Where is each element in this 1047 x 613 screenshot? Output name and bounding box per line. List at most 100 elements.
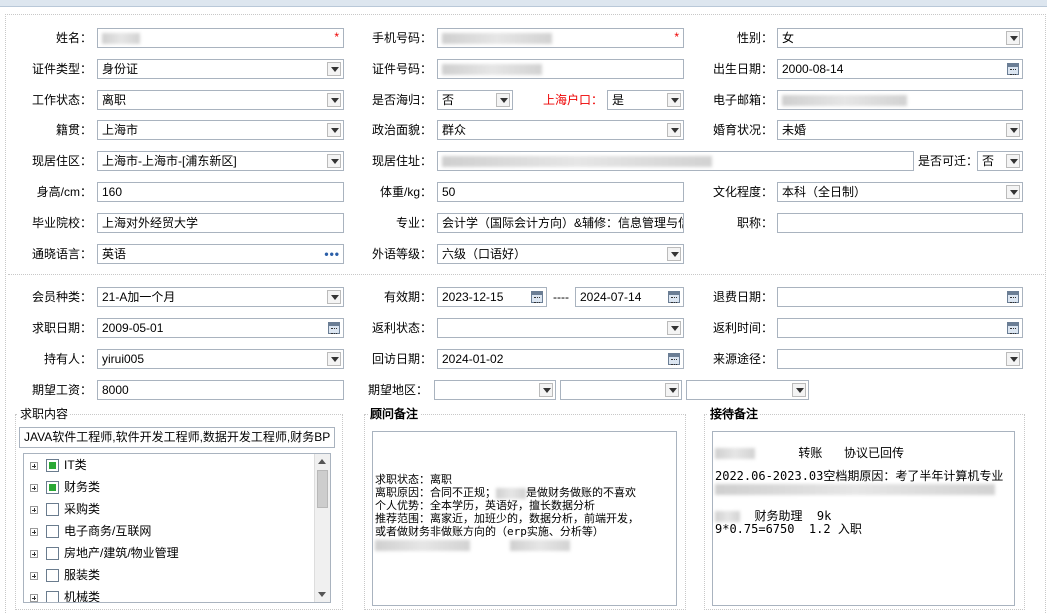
tree-item-it[interactable]: IT类 [30,454,87,476]
tree-scrollbar[interactable] [314,454,330,602]
expand-icon[interactable] [30,483,38,492]
relocate-select[interactable]: 否 [977,151,1023,171]
expand-icon[interactable] [30,461,38,470]
tree-item-finance[interactable]: 财务类 [30,476,100,498]
tree-item-ecommerce[interactable]: 电子商务/互联网 [30,520,151,542]
chevron-down-icon[interactable] [327,352,341,366]
job-content-summary-field[interactable]: JAVA软件工程师,软件开发工程师,数据开发工程师,财务BP [19,427,335,448]
checkbox[interactable] [46,569,59,583]
calendar-icon[interactable] [1007,291,1019,303]
idno-field[interactable] [437,59,684,79]
calendar-icon[interactable] [1007,322,1019,334]
chevron-down-icon[interactable] [496,93,510,107]
chevron-down-icon[interactable] [327,290,341,304]
email-field[interactable] [777,90,1023,110]
title-field[interactable] [777,213,1023,233]
major-field[interactable]: 会计学（国际会计方向）&辅修：信息管理与信 [437,213,684,233]
calendar-icon[interactable] [668,353,680,365]
region-city-select[interactable] [560,380,682,400]
checkbox[interactable] [46,591,59,602]
checkbox[interactable] [46,481,59,495]
revisit-date-field[interactable]: 2024-01-02 [437,349,684,369]
rebate-time-field[interactable] [777,318,1023,338]
tree-item-purchase[interactable]: 采购类 [30,498,100,520]
chevron-down-icon[interactable] [667,123,681,137]
jobdate-field[interactable]: 2009-05-01 [97,318,344,338]
idtype-select[interactable]: 身份证 [97,59,344,79]
scroll-thumb[interactable] [317,470,328,508]
chevron-down-icon[interactable] [1006,31,1020,45]
calendar-icon[interactable] [531,291,543,303]
chevron-down-icon[interactable] [1006,123,1020,137]
returnee-select[interactable]: 否 [437,90,513,110]
weight-field[interactable]: 50 [437,182,684,202]
scroll-down-icon[interactable] [318,592,326,597]
calendar-icon[interactable] [1007,63,1019,75]
rebate-status-select[interactable] [437,318,684,338]
salary-label: 期望工资： [31,383,92,397]
checkbox[interactable] [46,525,59,539]
reception-notes-textarea[interactable]: 转账 协议已回传 2022.06-2023.03空档期原因：考了半年计算机专业 财… [712,431,1015,606]
checkbox[interactable] [46,503,59,517]
checkbox[interactable] [46,547,59,561]
school-field[interactable]: 上海对外经贸大学 [97,213,344,233]
chevron-down-icon[interactable] [327,154,341,168]
advisor-note-line: 个人优势：全本学历，英语好，擅长数据分析 [375,499,595,512]
validity-to-field[interactable]: 2024-07-14 [575,287,684,307]
foreign-level-select[interactable]: 六级（口语好） [437,244,684,264]
chevron-down-icon[interactable] [665,383,679,397]
marital-select[interactable]: 未婚 [777,120,1023,140]
birth-date-field[interactable]: 2000-08-14 [777,59,1023,79]
hukou-select[interactable]: 是 [607,90,684,110]
advisor-notes-textarea[interactable]: 求职状态：离职 离职原因：合同不正规； 是做财务做账的不喜欢 个人优势：全本学历，英语… [372,431,677,606]
chevron-down-icon[interactable] [667,321,681,335]
tree-item-realestate[interactable]: 房地产/建筑/物业管理 [30,542,179,564]
chevron-down-icon[interactable] [327,93,341,107]
chevron-down-icon[interactable] [327,62,341,76]
job-category-tree[interactable]: IT类 财务类 采购类 电子商务/互联网 房地产/建筑/物业管理 服装类 机械类 [23,453,331,603]
residence-addr-field[interactable] [437,151,914,171]
chevron-down-icon[interactable] [1006,185,1020,199]
advisor-notes-title: 顾问备注 [368,407,421,421]
chevron-down-icon[interactable] [792,383,806,397]
language-field[interactable]: 英语 ••• [97,244,344,264]
more-icon[interactable]: ••• [324,248,340,260]
expand-icon[interactable] [30,593,38,602]
region-province-select[interactable] [434,380,556,400]
name-field[interactable]: * [97,28,344,48]
member-type-select[interactable]: 21-A加一个月 [97,287,344,307]
source-select[interactable] [777,349,1023,369]
expand-icon[interactable] [30,571,38,580]
checkbox[interactable] [46,459,59,473]
calendar-icon[interactable] [668,291,680,303]
refund-date-field[interactable] [777,287,1023,307]
native-label: 籍贯： [55,123,92,137]
expand-icon[interactable] [30,505,38,514]
workstatus-select[interactable]: 离职 [97,90,344,110]
expand-icon[interactable] [30,527,38,536]
chevron-down-icon[interactable] [539,383,553,397]
chevron-down-icon[interactable] [1006,352,1020,366]
chevron-down-icon[interactable] [327,123,341,137]
residence-area-select[interactable]: 上海市-上海市-[浦东新区] [97,151,344,171]
tree-item-apparel[interactable]: 服装类 [30,564,100,586]
validity-from-field[interactable]: 2023-12-15 [437,287,547,307]
scroll-up-icon[interactable] [318,459,326,464]
tree-item-machinery[interactable]: 机械类 [30,586,100,602]
region-district-select[interactable] [686,380,809,400]
chevron-down-icon[interactable] [667,93,681,107]
calendar-icon[interactable] [328,322,340,334]
chevron-down-icon[interactable] [667,247,681,261]
tree-item-label: 财务类 [64,480,101,494]
native-select[interactable]: 上海市 [97,120,344,140]
phone-field[interactable]: * [437,28,684,48]
salary-field[interactable]: 8000 [97,380,344,400]
height-label: 身高/cm： [36,185,92,199]
gender-select[interactable]: 女 [777,28,1023,48]
holder-select[interactable]: yirui005 [97,349,344,369]
chevron-down-icon[interactable] [1006,154,1020,168]
political-select[interactable]: 群众 [437,120,684,140]
education-select[interactable]: 本科（全日制） [777,182,1023,202]
expand-icon[interactable] [30,549,38,558]
height-field[interactable]: 160 [97,182,344,202]
